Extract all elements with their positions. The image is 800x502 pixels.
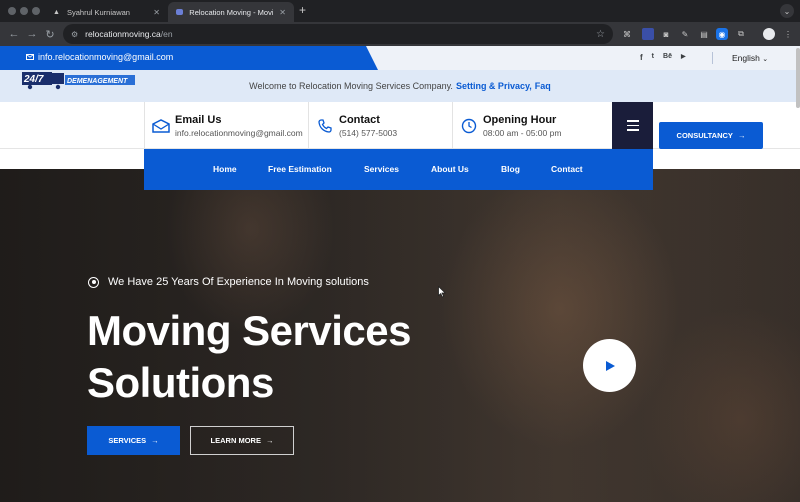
- consultancy-label: CONSULTANCY: [676, 131, 733, 140]
- envelope-icon: [151, 116, 171, 136]
- browser-tab-active[interactable]: Relocation Moving - Moving Se ✕: [168, 2, 294, 22]
- nav-free-estimation[interactable]: Free Estimation: [268, 164, 332, 174]
- browser-tab-bar: ▲ Syahrul Kurniawan ✕ Relocation Moving …: [0, 0, 800, 22]
- tab-favicon-icon: [176, 9, 184, 15]
- browser-tab[interactable]: ▲ Syahrul Kurniawan ✕: [44, 2, 168, 22]
- tab-title: Syahrul Kurniawan: [67, 7, 130, 17]
- site-info-icon[interactable]: ⚙: [71, 30, 78, 39]
- site-logo[interactable]: 24/7 DEMENAGEMENT: [22, 68, 138, 90]
- new-tab-button[interactable]: +: [299, 3, 306, 17]
- pen-extension-icon[interactable]: ✎: [679, 28, 691, 40]
- maximize-window-dot[interactable]: [32, 7, 40, 15]
- services-button-label: SERVICES: [108, 436, 147, 445]
- main-navigation: Home Free Estimation Services About Us B…: [144, 149, 653, 190]
- play-video-button[interactable]: [583, 339, 636, 392]
- twitter-icon[interactable]: t: [652, 53, 654, 62]
- profile-avatar[interactable]: [763, 28, 775, 40]
- bullet-ring-icon: [88, 276, 99, 288]
- hero-tagline-text: We Have 25 Years Of Experience In Moving…: [108, 276, 369, 288]
- tab-search-icon[interactable]: ⌄: [780, 4, 794, 18]
- play-icon: [605, 360, 615, 371]
- top-email-text: info.relocationmoving@gmail.com: [38, 52, 174, 62]
- learn-more-button[interactable]: LEARN MORE →: [190, 426, 294, 455]
- hero-headline-line1: Moving Services: [87, 307, 411, 354]
- url-host: relocationmoving.ca: [85, 29, 161, 39]
- envelope-icon: [26, 54, 34, 60]
- nav-blog[interactable]: Blog: [501, 164, 520, 174]
- top-info-bar: info.relocationmoving@gmail.com f t Bē ▶…: [0, 46, 800, 70]
- hero-headline-line2: Solutions: [87, 359, 274, 406]
- arrow-right-icon: →: [265, 436, 274, 445]
- header-hours-value: 08:00 am - 05:00 pm: [483, 127, 562, 138]
- youtube-icon[interactable]: ▶: [681, 53, 686, 62]
- header-hours-title: Opening Hour: [483, 113, 557, 126]
- header-contact-value: (514) 577-5003: [339, 127, 398, 138]
- hero-headline: Moving Services Solutions: [87, 305, 411, 409]
- logo-word: DEMENAGEMENT: [67, 78, 128, 85]
- header-hours-block: Opening Hour 08:00 am - 05:00 pm: [452, 102, 612, 149]
- welcome-text: Welcome to Relocation Moving Services Co…: [249, 81, 453, 91]
- page-scrollbar[interactable]: [796, 46, 800, 502]
- capture-extension-icon[interactable]: ◉: [716, 28, 728, 40]
- faq-link[interactable]: Faq: [535, 81, 551, 91]
- document-extension-icon[interactable]: ▤: [698, 28, 710, 40]
- language-selector[interactable]: English ⌄: [732, 53, 768, 63]
- settings-privacy-link[interactable]: Setting & Privacy,: [456, 81, 532, 91]
- clock-icon: [459, 116, 479, 136]
- address-bar[interactable]: ⚙ relocationmoving.ca/en ☆: [63, 24, 613, 44]
- top-email-link[interactable]: info.relocationmoving@gmail.com: [26, 52, 173, 62]
- extension-badge-icon[interactable]: [642, 28, 654, 40]
- language-label: English: [732, 53, 760, 63]
- browser-menu-icon[interactable]: ⋮: [782, 28, 794, 40]
- behance-icon[interactable]: Bē: [663, 53, 672, 62]
- minimize-window-dot[interactable]: [20, 7, 28, 15]
- chevron-down-icon: ⌄: [762, 56, 769, 63]
- page-viewport: info.relocationmoving@gmail.com f t Bē ▶…: [0, 46, 800, 502]
- hero-tagline: We Have 25 Years Of Experience In Moving…: [88, 276, 369, 288]
- extension-command-icon[interactable]: ⌘: [621, 28, 633, 40]
- logo-number: 24/7: [23, 74, 44, 85]
- forward-arrow-icon[interactable]: →: [24, 26, 40, 42]
- phone-icon: [315, 116, 335, 136]
- header-contact-title: Contact: [339, 113, 380, 126]
- nav-contact[interactable]: Contact: [551, 164, 583, 174]
- browser-toolbar: ← → ↻ ⚙ relocationmoving.ca/en ☆ ⌘ ◙ ✎ ▤…: [0, 22, 800, 46]
- header-contact-block[interactable]: Contact (514) 577-5003: [308, 102, 452, 149]
- mouse-cursor-icon: [438, 286, 446, 298]
- nav-about-us[interactable]: About Us: [431, 164, 469, 174]
- header-email-title: Email Us: [175, 113, 222, 126]
- tab-title: Relocation Moving - Moving Se: [189, 7, 273, 17]
- header-email-block[interactable]: Email Us info.relocationmoving@gmail.com: [144, 102, 308, 149]
- close-tab-icon[interactable]: ✕: [273, 8, 286, 17]
- facebook-icon[interactable]: f: [640, 53, 643, 62]
- url-path: /en: [160, 29, 173, 39]
- extensions-puzzle-icon[interactable]: ⧉: [735, 28, 747, 40]
- hero-section: We Have 25 Years Of Experience In Moving…: [0, 169, 800, 502]
- hamburger-menu-icon[interactable]: [612, 102, 653, 149]
- header-email-value: info.relocationmoving@gmail.com: [175, 127, 303, 138]
- bookmark-star-icon[interactable]: ☆: [596, 29, 605, 40]
- camera-extension-icon[interactable]: ◙: [660, 28, 672, 40]
- arrow-right-icon: →: [737, 131, 746, 140]
- nav-home[interactable]: Home: [213, 164, 237, 174]
- nav-services[interactable]: Services: [364, 164, 399, 174]
- close-tab-icon[interactable]: ✕: [147, 8, 160, 17]
- services-button[interactable]: SERVICES →: [87, 426, 180, 455]
- social-links: f t Bē ▶: [640, 53, 686, 62]
- close-window-dot[interactable]: [8, 7, 16, 15]
- consultancy-button[interactable]: CONSULTANCY →: [659, 122, 763, 149]
- learn-more-label: LEARN MORE: [210, 436, 261, 445]
- back-arrow-icon[interactable]: ←: [6, 26, 22, 42]
- tab-favicon-icon: ▲: [53, 8, 60, 16]
- top-bar-divider: [712, 52, 713, 64]
- arrow-right-icon: →: [151, 436, 159, 445]
- reload-icon[interactable]: ↻: [42, 26, 58, 42]
